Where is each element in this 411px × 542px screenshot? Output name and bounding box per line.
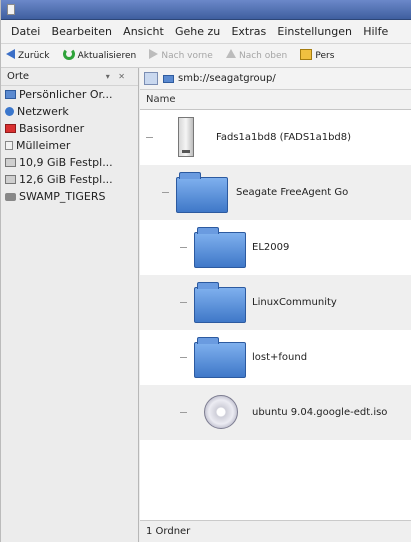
sidebar-item-label: Basisordner [19,122,85,135]
sidebar-item-label: 12,6 GiB Festpl... [19,173,113,186]
menu-bar: Datei Bearbeiten Ansicht Gehe zu Extras … [1,20,411,44]
column-header-label: Name [146,94,176,105]
file-manager-window: Datei Bearbeiten Ansicht Gehe zu Extras … [0,0,411,542]
reload-label: Aktualisieren [77,51,137,61]
up-label: Nach oben [238,51,288,61]
home-button[interactable]: Pers [295,44,339,67]
tree-item-label: ubuntu 9.04.google-edt.iso [252,407,388,418]
back-button[interactable]: Zurück [1,44,54,67]
tree-connector [180,302,187,303]
back-label: Zurück [18,51,50,61]
reload-button[interactable]: Aktualisieren [58,44,142,67]
tree-connector [162,192,169,193]
forward-arrow-icon [149,49,159,59]
sidebar-item-label: 10,9 GiB Festpl... [19,156,113,169]
location-toggle-button[interactable] [144,72,158,85]
forward-label: Nach vorne [161,51,213,61]
sidebar-item-drive-1[interactable]: 10,9 GiB Festpl... [1,154,138,171]
tree-connector [180,357,187,358]
menu-einstellungen[interactable]: Einstellungen [273,20,356,43]
tree-connector [180,412,187,413]
tree-item-label: Fads1a1bd8 (FADS1a1bd8) [216,132,352,143]
back-arrow-icon [6,49,15,59]
tree-connector [180,247,187,248]
sidebar-item-personal-folder[interactable]: Persönlicher Or... [1,86,138,103]
folder-icon [176,172,228,213]
window-menu-icon[interactable] [7,4,15,15]
drive-icon [5,158,16,167]
sidebar-item-trash[interactable]: Mülleimer [1,137,138,154]
menu-bearbeiten[interactable]: Bearbeiten [48,20,116,43]
home-label: Pers [315,51,335,61]
tree-row-el2009[interactable]: EL2009 [140,220,411,275]
title-bar[interactable] [1,0,411,20]
column-header-name[interactable]: Name [140,90,411,110]
sidebar-item-drive-2[interactable]: 12,6 GiB Festpl... [1,171,138,188]
sidebar-header-label: Orte [7,71,30,82]
tree-item-label: lost+found [252,352,308,363]
toolbar: Zurück Aktualisieren Nach vorne Nach obe… [1,44,411,68]
tree-row-seagate[interactable]: Seagate FreeAgent Go [140,165,411,220]
tree-connector [146,137,153,138]
tree-item-label: LinuxCommunity [252,297,337,308]
folder-icon [194,282,246,323]
folder-icon [194,337,246,378]
location-path[interactable]: smb://seagatgroup/ [178,68,276,90]
file-tree: Fads1a1bd8 (FADS1a1bd8) Seagate FreeAgen… [140,110,411,520]
menu-ansicht[interactable]: Ansicht [119,20,168,43]
sidebar-item-network-share[interactable]: SWAMP_TIGERS [1,188,138,205]
up-arrow-icon [225,49,236,58]
tree-item-label: EL2009 [252,242,290,253]
network-icon [5,107,14,116]
places-sidebar: Orte ▾ ✕ Persönlicher Or... Netzwerk Bas… [1,68,139,542]
sidebar-item-label: Persönlicher Or... [19,88,113,101]
sidebar-item-label: SWAMP_TIGERS [19,190,106,203]
file-view: smb://seagatgroup/ Name Fads1a1bd8 (FADS… [140,68,411,542]
sidebar-controls[interactable]: ▾ ✕ [106,68,128,86]
trash-icon [5,141,13,150]
status-text: 1 Ordner [146,526,191,537]
up-button[interactable]: Nach oben [221,44,292,67]
sidebar-item-label: Netzwerk [17,105,69,118]
drive-icon [178,117,194,157]
sidebar-item-home[interactable]: Basisordner [1,120,138,137]
menu-datei[interactable]: Datei [1,20,44,43]
menu-extras[interactable]: Extras [227,20,270,43]
drive-icon [5,175,16,184]
menu-gehe-zu[interactable]: Gehe zu [171,20,224,43]
folder-blue-icon [5,90,16,99]
status-bar: 1 Ordner [140,520,411,542]
location-bar: smb://seagatgroup/ [140,68,411,90]
tree-row-linuxcommunity[interactable]: LinuxCommunity [140,275,411,330]
folder-icon [194,227,246,268]
tree-row-drive[interactable]: Fads1a1bd8 (FADS1a1bd8) [140,110,411,165]
sidebar-item-label: Mülleimer [16,139,71,152]
reload-icon [62,48,75,60]
menu-hilfe[interactable]: Hilfe [359,20,392,43]
sidebar-header[interactable]: Orte ▾ ✕ [1,68,138,86]
sidebar-item-network[interactable]: Netzwerk [1,103,138,120]
location-folder-icon [163,75,174,83]
home-folder-icon [5,124,16,133]
tree-row-lost-found[interactable]: lost+found [140,330,411,385]
forward-button[interactable]: Nach vorne [144,44,217,67]
home-icon [300,49,313,60]
tree-item-label: Seagate FreeAgent Go [236,187,349,198]
network-share-icon [5,193,16,201]
tree-row-ubuntu-iso[interactable]: ubuntu 9.04.google-edt.iso [140,385,411,440]
disc-image-icon [204,395,238,429]
